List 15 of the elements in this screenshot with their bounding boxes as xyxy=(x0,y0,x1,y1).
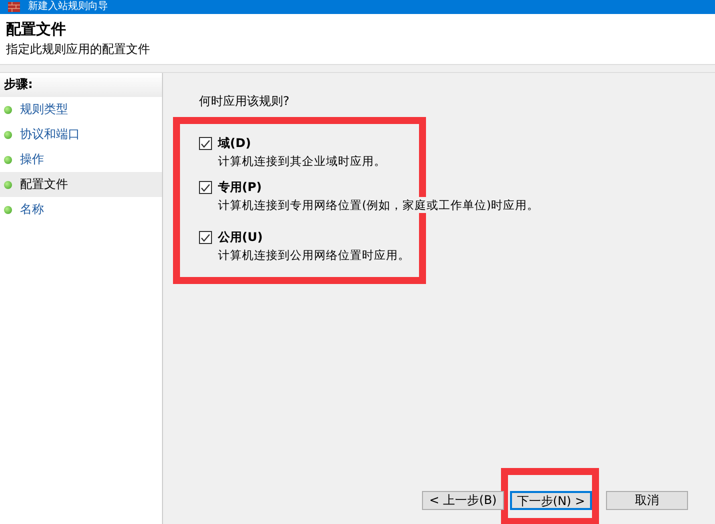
step-item[interactable]: 操作 xyxy=(0,147,162,172)
page-subtitle: 指定此规则应用的配置文件 xyxy=(6,41,151,58)
option-label[interactable]: 公用(U) xyxy=(218,229,263,246)
option-label[interactable]: 域(D) xyxy=(218,135,251,152)
step-item[interactable]: 名称 xyxy=(0,197,162,222)
wizard-button[interactable]: < 上一步(B) xyxy=(422,491,504,510)
question-text: 何时应用该规则? xyxy=(199,93,290,109)
wizard-button[interactable]: 取消 xyxy=(606,491,688,510)
page-title: 配置文件 xyxy=(6,19,67,40)
window-title: 新建入站规则向导 xyxy=(28,1,108,13)
step-item[interactable]: 配置文件 xyxy=(0,172,162,197)
wizard-button[interactable]: 下一步(N) > xyxy=(510,491,592,510)
option-label[interactable]: 专用(P) xyxy=(218,179,262,196)
step-item[interactable]: 规则类型 xyxy=(0,97,162,122)
step-item[interactable]: 协议和端口 xyxy=(0,122,162,147)
